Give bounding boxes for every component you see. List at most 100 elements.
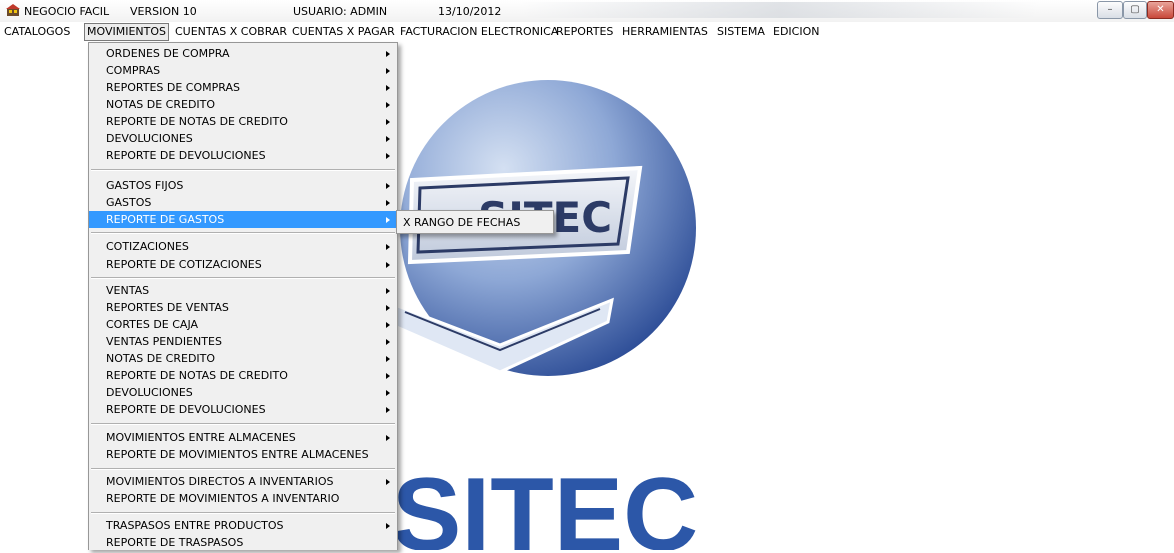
submenu-arrow-icon: [386, 305, 390, 311]
menu-edicion[interactable]: EDICION: [771, 25, 821, 38]
maximize-icon: ▢: [1130, 4, 1140, 15]
submenu-arrow-icon: [386, 435, 390, 441]
menu-separator: [91, 277, 395, 279]
menu-item-label: REPORTE DE GASTOS: [106, 213, 225, 226]
menu-item-gastos[interactable]: GASTOS: [89, 194, 397, 211]
submenu-arrow-icon: [386, 153, 390, 159]
menu-item-label: REPORTE DE NOTAS DE CREDITO: [106, 369, 288, 382]
menu-item-label: MOVIMIENTOS ENTRE ALMACENES: [106, 431, 296, 444]
submenu-arrow-icon: [386, 339, 390, 345]
submenu-arrow-icon: [386, 373, 390, 379]
app-name: NEGOCIO FACIL: [24, 5, 110, 18]
menu-item-label: GASTOS: [106, 196, 152, 209]
submenu-arrow-icon: [386, 244, 390, 250]
submenu-arrow-icon: [386, 322, 390, 328]
submenu-arrow-icon: [386, 102, 390, 108]
close-button[interactable]: ✕: [1147, 1, 1174, 19]
menu-item-label: REPORTE DE NOTAS DE CREDITO: [106, 115, 288, 128]
menu-item-label: DEVOLUCIONES: [106, 386, 193, 399]
menu-item-label: REPORTE DE DEVOLUCIONES: [106, 403, 266, 416]
menu-herramientas[interactable]: HERRAMIENTAS: [620, 25, 710, 38]
menu-separator: [91, 232, 395, 234]
menu-item-movimientos-entre-almacenes[interactable]: MOVIMIENTOS ENTRE ALMACENES: [89, 429, 397, 446]
menu-item-cortes-de-caja[interactable]: CORTES DE CAJA: [89, 316, 397, 333]
menu-item-ventas-pendientes[interactable]: VENTAS PENDIENTES: [89, 333, 397, 350]
menu-item-label: GASTOS FIJOS: [106, 179, 184, 192]
menu-separator: [91, 423, 395, 425]
menu-item-traspasos-entre-productos[interactable]: TRASPASOS ENTRE PRODUCTOS: [89, 517, 397, 534]
menu-item-ventas[interactable]: VENTAS: [89, 282, 397, 299]
current-user: USUARIO: ADMIN: [293, 5, 388, 18]
submenu-arrow-icon: [386, 183, 390, 189]
menu-item-label: CORTES DE CAJA: [106, 318, 199, 331]
menu-item-label: VENTAS: [106, 284, 150, 297]
menu-item-reportes-de-ventas[interactable]: REPORTES DE VENTAS: [89, 299, 397, 316]
menu-item-label: VENTAS PENDIENTES: [106, 335, 222, 348]
menu-separator: [91, 169, 395, 171]
menu-item-reportes-de-compras[interactable]: REPORTES DE COMPRAS: [89, 79, 397, 96]
maximize-button[interactable]: ▢: [1123, 1, 1147, 19]
menu-catalogos[interactable]: CATALOGOS: [2, 25, 72, 38]
submenu-arrow-icon: [386, 85, 390, 91]
menu-separator: [91, 512, 395, 514]
menu-item-label: COMPRAS: [106, 64, 161, 77]
menu-item-reporte-de-traspasos[interactable]: REPORTE DE TRASPASOS: [89, 534, 397, 551]
menu-separator: [91, 468, 395, 470]
movimientos-dropdown: ORDENES DE COMPRA COMPRAS REPORTES DE CO…: [88, 42, 398, 550]
submenu-item-x-rango-de-fechas[interactable]: X RANGO DE FECHAS: [397, 214, 553, 231]
submenu-arrow-icon: [386, 356, 390, 362]
menu-item-devoluciones-ventas[interactable]: DEVOLUCIONES: [89, 384, 397, 401]
submenu-arrow-icon: [386, 200, 390, 206]
submenu-arrow-icon: [386, 217, 390, 223]
menu-item-gastos-fijos[interactable]: GASTOS FIJOS: [89, 177, 397, 194]
menu-reportes[interactable]: REPORTES: [554, 25, 615, 38]
submenu-arrow-icon: [386, 136, 390, 142]
menu-item-reporte-de-gastos[interactable]: REPORTE DE GASTOS: [89, 211, 397, 228]
submenu-arrow-icon: [386, 262, 390, 268]
submenu-arrow-icon: [386, 119, 390, 125]
window-titlebar: NEGOCIO FACIL VERSION 10 USUARIO: ADMIN …: [0, 0, 1174, 22]
menu-item-label: REPORTE DE MOVIMIENTOS ENTRE ALMACENES: [106, 448, 369, 461]
menu-item-label: COTIZACIONES: [106, 240, 189, 253]
menu-item-reporte-de-notas-de-credito-ventas[interactable]: REPORTE DE NOTAS DE CREDITO: [89, 367, 397, 384]
menu-item-label: NOTAS DE CREDITO: [106, 352, 216, 365]
menu-item-movimientos-directos-a-inventarios[interactable]: MOVIMIENTOS DIRECTOS A INVENTARIOS: [89, 473, 397, 490]
menu-item-label: REPORTE DE TRASPASOS: [106, 536, 244, 549]
menu-item-notas-de-credito-ventas[interactable]: NOTAS DE CREDITO: [89, 350, 397, 367]
minimize-icon: –: [1107, 4, 1113, 15]
menu-item-reporte-de-cotizaciones[interactable]: REPORTE DE COTIZACIONES: [89, 256, 397, 273]
menu-cuentas-x-cobrar[interactable]: CUENTAS X COBRAR: [173, 25, 289, 38]
menu-item-reporte-de-movimientos-entre-almacenes[interactable]: REPORTE DE MOVIMIENTOS ENTRE ALMACENES: [89, 446, 397, 463]
submenu-arrow-icon: [386, 407, 390, 413]
submenu-arrow-icon: [386, 523, 390, 529]
menu-item-label: REPORTES DE COMPRAS: [106, 81, 240, 94]
logo-big-text: SITEC: [392, 457, 698, 550]
menu-facturacion-electronica[interactable]: FACTURACION ELECTRONICA: [398, 25, 560, 38]
menu-item-label: ORDENES DE COMPRA: [106, 47, 230, 60]
menu-item-label: MOVIMIENTOS DIRECTOS A INVENTARIOS: [106, 475, 334, 488]
menu-item-reporte-de-devoluciones[interactable]: REPORTE DE DEVOLUCIONES: [89, 147, 397, 164]
menubar: CATALOGOS MOVIMIENTOS CUENTAS X COBRAR C…: [0, 22, 1174, 42]
menu-item-compras[interactable]: COMPRAS: [89, 62, 397, 79]
menu-item-notas-de-credito[interactable]: NOTAS DE CREDITO: [89, 96, 397, 113]
menu-item-reporte-de-movimientos-a-inventario[interactable]: REPORTE DE MOVIMIENTOS A INVENTARIO: [89, 490, 397, 507]
minimize-button[interactable]: –: [1097, 1, 1123, 19]
menu-item-reporte-de-devoluciones-ventas[interactable]: REPORTE DE DEVOLUCIONES: [89, 401, 397, 418]
menu-item-label: REPORTE DE DEVOLUCIONES: [106, 149, 266, 162]
menu-item-cotizaciones[interactable]: COTIZACIONES: [89, 238, 397, 255]
menu-movimientos[interactable]: MOVIMIENTOS: [84, 23, 169, 41]
menu-item-label: DEVOLUCIONES: [106, 132, 193, 145]
titlebar-glass: [520, 2, 1040, 18]
menu-item-devoluciones[interactable]: DEVOLUCIONES: [89, 130, 397, 147]
menu-cuentas-x-pagar[interactable]: CUENTAS X PAGAR: [290, 25, 397, 38]
menu-item-label: TRASPASOS ENTRE PRODUCTOS: [106, 519, 284, 532]
submenu-arrow-icon: [386, 68, 390, 74]
submenu-item-label: X RANGO DE FECHAS: [403, 216, 521, 229]
submenu-arrow-icon: [386, 479, 390, 485]
menu-item-label: REPORTE DE MOVIMIENTOS A INVENTARIO: [106, 492, 340, 505]
menu-sistema[interactable]: SISTEMA: [715, 25, 767, 38]
close-icon: ✕: [1156, 4, 1165, 15]
submenu-arrow-icon: [386, 288, 390, 294]
menu-item-ordenes-de-compra[interactable]: ORDENES DE COMPRA: [89, 45, 397, 62]
menu-item-reporte-de-notas-de-credito[interactable]: REPORTE DE NOTAS DE CREDITO: [89, 113, 397, 130]
